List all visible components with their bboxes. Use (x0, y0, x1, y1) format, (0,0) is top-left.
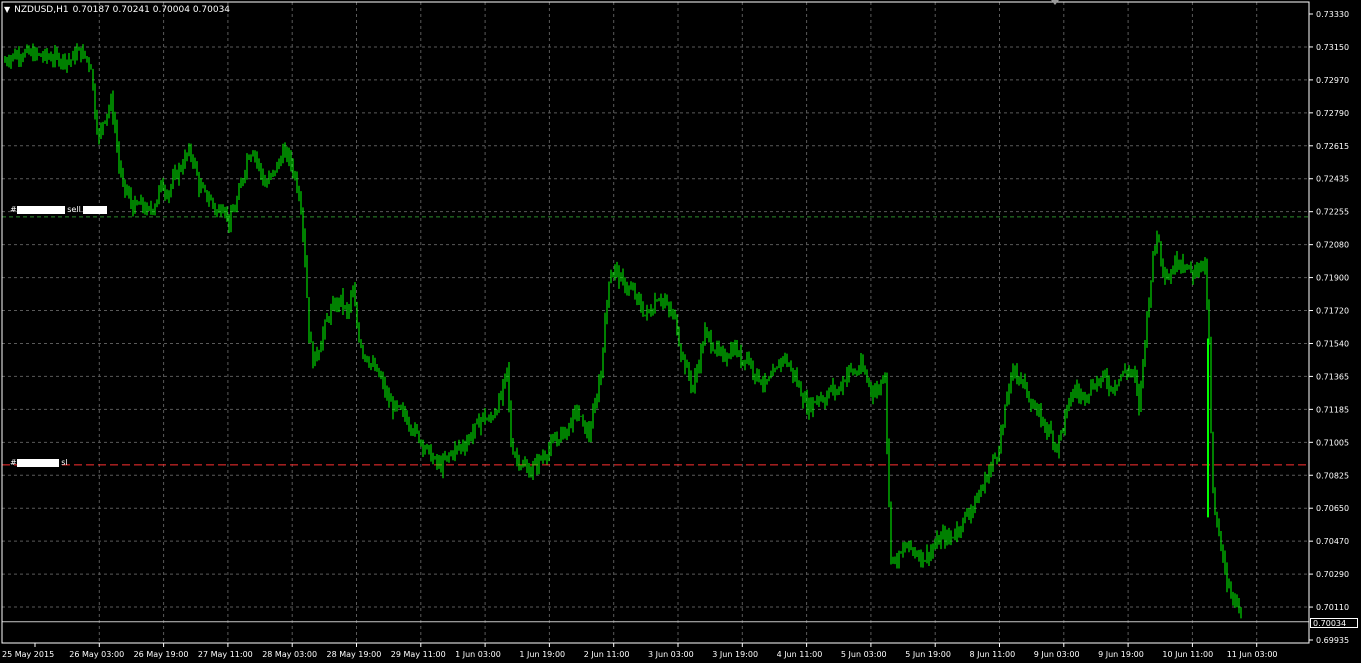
price-chart[interactable]: 0.73330 0.73150 0.72970 0.72790 0.72615 0.724… (0, 0, 1361, 663)
redacted-ticket (16, 458, 59, 467)
price-tick-label: 0.73330 (1316, 10, 1349, 19)
price-tick-label: 0.71900 (1316, 274, 1349, 283)
time-tick-label: 3 Jun 03:00 (648, 650, 694, 659)
time-tick-label: 8 Jun 11:00 (970, 650, 1016, 659)
price-tick-label: 0.70650 (1316, 504, 1349, 513)
chart-shift-marker-icon[interactable] (1051, 0, 1059, 5)
price-tick-label: 0.70470 (1316, 537, 1349, 546)
price-tick-label: 0.71005 (1316, 438, 1349, 447)
time-tick-label: 27 May 11:00 (198, 650, 253, 659)
chart-grid (2, 2, 1309, 643)
price-tick-label: 0.72255 (1316, 208, 1349, 217)
plot-border (1, 1, 1310, 644)
time-tick-label: 5 Jun 19:00 (905, 650, 951, 659)
time-tick-label: 1 Jun 19:00 (519, 650, 565, 659)
time-tick-label: 26 May 03:00 (69, 650, 124, 659)
price-tick-label: 0.70290 (1316, 570, 1349, 579)
time-tick-label: 2 Jun 11:00 (584, 650, 630, 659)
time-tick-label: 29 May 11:00 (391, 650, 446, 659)
time-tick-label: 4 Jun 11:00 (777, 650, 823, 659)
price-tick-label: 0.72790 (1316, 109, 1349, 118)
time-tick-label: 5 Jun 03:00 (841, 650, 887, 659)
redacted-ticket (16, 205, 65, 214)
ohlc-header: 0.70187 0.70241 0.70004 0.70034 (72, 5, 231, 15)
chart-title-bar: ▼ NZDUSD,H1 0.70187 0.70241 0.70004 0.70… (4, 4, 230, 16)
chart-frame (1, 1, 1310, 644)
price-tick-label: 0.69935 (1316, 636, 1349, 645)
current-price-label: 0.70034 (1310, 618, 1358, 628)
symbol-header: NZDUSD,H1 (14, 5, 69, 15)
price-tick-label: 0.71185 (1316, 405, 1349, 414)
time-tick-label: 26 May 19:00 (134, 650, 189, 659)
price-tick-label: 0.71540 (1316, 339, 1349, 348)
price-tick-label: 0.71365 (1316, 372, 1349, 381)
price-axis: 0.73330 0.73150 0.72970 0.72790 0.72615 0.724… (1309, 10, 1349, 645)
price-tick-label: 0.72615 (1316, 142, 1349, 151)
time-tick-label: 3 Jun 19:00 (712, 650, 758, 659)
time-axis: 25 May 2015 26 May 03:00 26 May 19:00 27 Ma… (2, 643, 1278, 659)
price-tick-label: 0.72080 (1316, 241, 1349, 250)
price-tick-label: 0.72435 (1316, 175, 1349, 184)
time-tick-label: 1 Jun 03:00 (455, 650, 501, 659)
sl-order-label[interactable]: # sl (10, 458, 68, 468)
redacted-price (83, 205, 108, 214)
price-tick-label: 0.73150 (1316, 43, 1349, 52)
time-tick-label: 25 May 2015 (2, 650, 54, 659)
price-tick-label: 0.70825 (1316, 471, 1349, 480)
price-tick-label: 0.71720 (1316, 307, 1349, 316)
price-tick-label: 0.72970 (1316, 76, 1349, 85)
time-tick-label: 9 Jun 19:00 (1098, 650, 1144, 659)
triangle-down-icon[interactable]: ▼ (4, 4, 10, 16)
candles (4, 43, 1242, 619)
time-tick-label: 11 Jun 03:00 (1227, 650, 1278, 659)
time-tick-label: 28 May 03:00 (262, 650, 317, 659)
time-tick-label: 28 May 19:00 (327, 650, 382, 659)
price-tick-label: 0.70110 (1316, 603, 1349, 612)
chart-window[interactable]: 0.73330 0.73150 0.72970 0.72790 0.72615 0.724… (0, 0, 1361, 663)
time-tick-label: 10 Jun 11:00 (1162, 650, 1213, 659)
sell-order-label[interactable]: # sell (10, 205, 108, 215)
time-tick-label: 9 Jun 03:00 (1034, 650, 1080, 659)
